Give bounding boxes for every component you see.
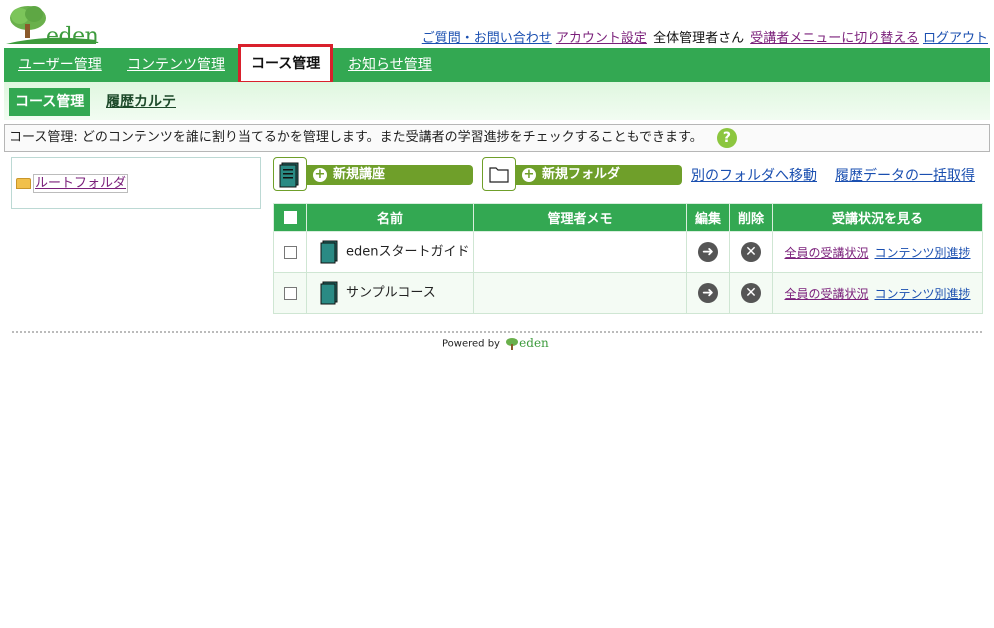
new-course-label: 新規講座 <box>333 167 386 182</box>
tab-content-management[interactable]: コンテンツ管理 <box>127 48 225 82</box>
name-header: 名前 <box>306 203 474 232</box>
folder-tree-panel: ルートフォルダ <box>11 157 261 209</box>
course-table: 名前 管理者メモ 編集 削除 受講状況を見る edenスタートガイド ➜ ✕ 全… <box>273 203 983 314</box>
subtab-history-karte[interactable]: 履歴カルテ <box>106 88 176 116</box>
status-header: 受講状況を見る <box>772 203 983 232</box>
row-checkbox[interactable] <box>283 245 297 259</box>
close-icon[interactable]: ✕ <box>741 242 761 262</box>
new-folder-button[interactable]: + 新規フォルダ <box>516 165 682 185</box>
course-name[interactable]: edenスタートガイド <box>346 245 470 260</box>
all-learners-status-link[interactable]: 全員の受講状況 <box>784 287 868 301</box>
new-folder-icon-box[interactable] <box>482 157 516 191</box>
course-name-cell: edenスタートガイド <box>306 231 474 273</box>
footer-logo: eden <box>505 336 549 351</box>
table-row: サンプルコース ➜ ✕ 全員の受講状況 コンテンツ別進捗 <box>273 272 983 314</box>
edit-cell: ➜ <box>686 231 730 273</box>
new-course-button[interactable]: + 新規講座 <box>307 165 473 185</box>
table-header-row: 名前 管理者メモ 編集 削除 受講状況を見る <box>273 203 983 232</box>
new-folder-label: 新規フォルダ <box>542 167 621 182</box>
admin-memo-cell <box>473 272 687 314</box>
select-all-checkbox[interactable] <box>283 211 297 224</box>
plus-icon: + <box>522 167 536 182</box>
row-select-cell <box>273 231 307 273</box>
plus-icon: + <box>313 167 327 182</box>
edit-cell: ➜ <box>686 272 730 314</box>
sub-nav: コース管理 履歴カルテ <box>4 82 990 120</box>
footer-divider <box>12 331 982 333</box>
row-checkbox[interactable] <box>283 286 297 300</box>
memo-header: 管理者メモ <box>473 203 687 232</box>
logo-text: eden <box>46 24 99 49</box>
tab-announcement-management[interactable]: お知らせ管理 <box>348 48 432 82</box>
delete-header: 削除 <box>729 203 773 232</box>
close-icon[interactable]: ✕ <box>741 283 761 303</box>
course-name-cell: サンプルコース <box>306 272 474 314</box>
footer-logo-text: eden <box>519 336 549 350</box>
main-nav: ユーザー管理 コンテンツ管理 コース管理 お知らせ管理 <box>4 44 990 84</box>
inquiry-link[interactable]: ご質問・お問い合わせ <box>422 31 552 46</box>
edit-header: 編集 <box>686 203 730 232</box>
tree-logo-icon <box>506 337 519 350</box>
powered-by-text: Powered by <box>442 338 500 350</box>
current-user-label: 全体管理者さん <box>653 31 745 46</box>
page-description: コース管理: どのコンテンツを誰に割り当てるかを管理します。また受講者の学習進捗… <box>4 124 990 152</box>
table-row: edenスタートガイド ➜ ✕ 全員の受講状況 コンテンツ別進捗 <box>273 231 983 273</box>
row-select-cell <box>273 272 307 314</box>
logout-link[interactable]: ログアウト <box>923 31 988 46</box>
delete-cell: ✕ <box>729 231 773 273</box>
bulk-history-download-link[interactable]: 履歴データの一括取得 <box>835 165 975 185</box>
course-book-icon <box>320 240 338 264</box>
book-stack-icon <box>279 162 299 188</box>
new-course-icon-box[interactable] <box>273 157 307 191</box>
eden-logo[interactable]: eden <box>6 4 102 49</box>
delete-cell: ✕ <box>729 272 773 314</box>
arrow-right-icon[interactable]: ➜ <box>698 242 718 262</box>
status-links-cell: 全員の受講状況 コンテンツ別進捗 <box>772 231 983 273</box>
folder-open-icon <box>16 178 31 189</box>
content-progress-link[interactable]: コンテンツ別進捗 <box>875 246 971 260</box>
course-name[interactable]: サンプルコース <box>346 286 436 301</box>
account-settings-link[interactable]: アカウント設定 <box>556 31 647 46</box>
select-all-header <box>273 203 307 232</box>
move-to-folder-link[interactable]: 別のフォルダへ移動 <box>691 165 817 185</box>
tab-course-management[interactable]: コース管理 <box>238 44 334 84</box>
help-icon[interactable]: ? <box>716 127 737 148</box>
tab-user-management[interactable]: ユーザー管理 <box>18 48 102 82</box>
footer: Powered by eden <box>442 336 549 351</box>
description-text: コース管理: どのコンテンツを誰に割り当てるかを管理します。また受講者の学習進捗… <box>9 130 703 145</box>
header-links: ご質問・お問い合わせ アカウント設定 全体管理者さん 受講者メニューに切り替える… <box>422 27 988 46</box>
admin-memo-cell <box>473 231 687 273</box>
subtab-course-management[interactable]: コース管理 <box>9 88 91 116</box>
root-folder-item: ルートフォルダ <box>16 172 129 193</box>
arrow-right-icon[interactable]: ➜ <box>698 283 718 303</box>
switch-to-learner-link[interactable]: 受講者メニューに切り替える <box>750 31 919 46</box>
all-learners-status-link[interactable]: 全員の受講状況 <box>784 246 868 260</box>
folder-icon <box>489 167 509 183</box>
root-folder-link[interactable]: ルートフォルダ <box>33 174 129 193</box>
course-book-icon <box>320 281 338 305</box>
content-progress-link[interactable]: コンテンツ別進捗 <box>875 287 971 301</box>
header: eden ご質問・お問い合わせ アカウント設定 全体管理者さん 受講者メニューに… <box>0 0 994 49</box>
status-links-cell: 全員の受講状況 コンテンツ別進捗 <box>772 272 983 314</box>
